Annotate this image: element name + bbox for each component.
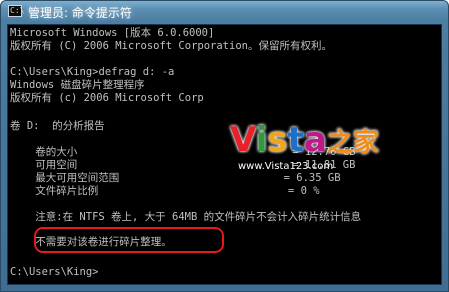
command-prompt-icon: C:\ (8, 5, 25, 17)
watermark-url: www.Vista123.com (238, 161, 334, 172)
vista-logo: Vista之家 (230, 121, 379, 162)
console-line: 版权所有 (C) 2006 Microsoft Corporation。保留所有… (10, 40, 332, 52)
logo-letter: a (303, 120, 327, 160)
logo-letter: t (287, 120, 304, 160)
console-line: C:\Users\King>defrag d: -a (10, 66, 175, 78)
logo-letter: V (230, 120, 256, 160)
logo-letter: 家 (352, 128, 379, 158)
vista-watermark: Vista之家 www.Vista123.com (230, 121, 379, 191)
console-line: 注意:在 NTFS 卷上, 大于 64MB 的文件碎片不会计入碎片统计信息 (10, 211, 362, 223)
logo-letter: 之 (326, 128, 353, 158)
console-line: Microsoft Windows [版本 6.0.6000] (10, 27, 215, 39)
console-line: 版权所有 (c) 2006 Microsoft Corp (10, 92, 204, 104)
logo-letter: i (255, 120, 268, 160)
console-line: Windows 磁盘碎片整理程序 (10, 79, 145, 91)
console-prompt-line: C:\Users\King> (10, 266, 99, 278)
logo-letter: s (267, 120, 288, 160)
window-title: 管理员: 命令提示符 (28, 6, 132, 20)
title-bar[interactable]: C:\ 管理员: 命令提示符 (1, 1, 448, 23)
console-output[interactable]: Microsoft Windows [版本 6.0.6000] 版权所有 (C)… (7, 24, 442, 285)
red-annotation-box (34, 227, 224, 253)
console-line: 卷 D: 的分析报告 (10, 120, 105, 132)
command-prompt-window: C:\ 管理员: 命令提示符 Microsoft Windows [版本 6.0… (0, 0, 449, 292)
